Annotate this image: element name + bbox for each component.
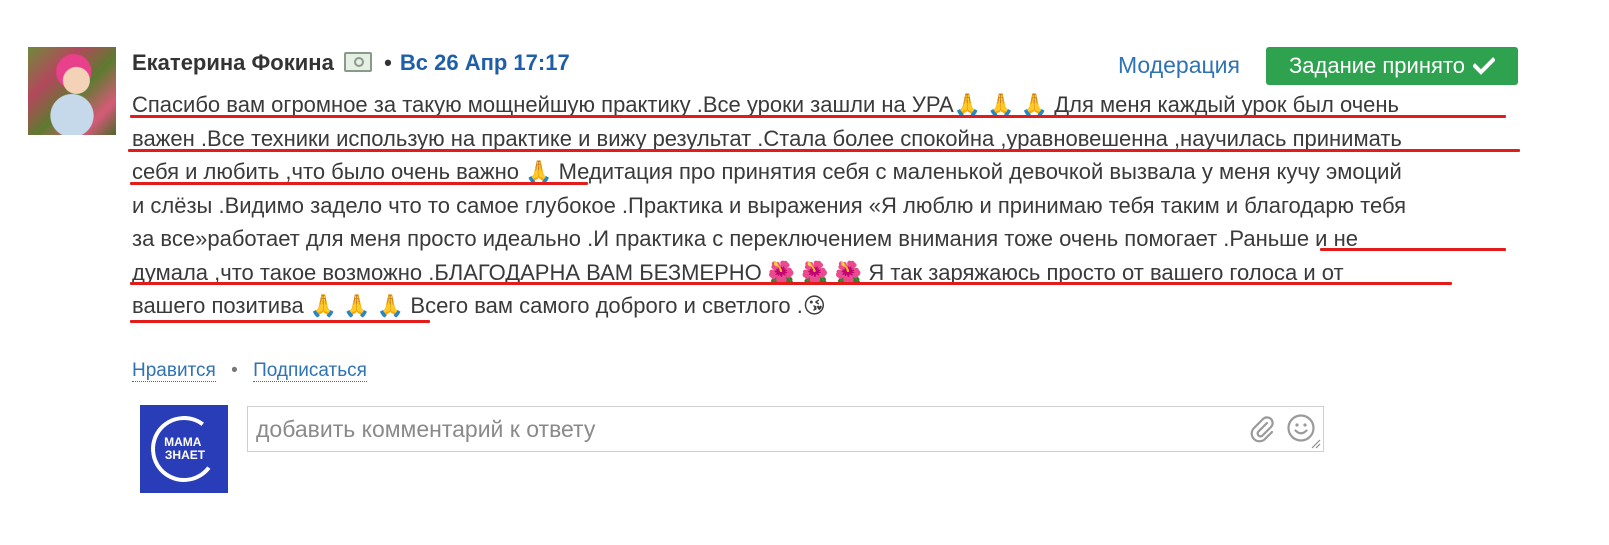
moderation-link[interactable]: Модерация: [1118, 52, 1240, 79]
money-icon: [343, 52, 372, 73]
paperclip-icon[interactable]: [1248, 415, 1276, 443]
actions-separator: •: [231, 360, 238, 381]
resize-handle-icon[interactable]: [1309, 437, 1321, 449]
highlight-underline: [128, 149, 1520, 152]
highlight-underline: [130, 182, 588, 185]
post-date[interactable]: Вс 26 Апр 17:17: [400, 50, 570, 75]
highlight-underline: [130, 115, 1506, 118]
header-separator: •: [384, 50, 392, 75]
highlight-underline: [130, 282, 1452, 285]
post-header: Екатерина Фокина • Вс 26 Апр 17:17: [132, 50, 570, 76]
highlight-underline: [1320, 248, 1506, 251]
task-accepted-button[interactable]: Задание принято: [1266, 47, 1518, 85]
task-accepted-label: Задание принято: [1289, 53, 1465, 78]
check-icon: [1472, 57, 1495, 75]
post-body-line: и слёзы .Видимо задело что то самое глуб…: [132, 192, 1407, 218]
like-link[interactable]: Нравится: [132, 360, 216, 382]
author-avatar[interactable]: [28, 47, 116, 135]
highlight-underline: [130, 320, 430, 323]
logo-ring: МАМА ЗНАЕТ: [146, 411, 222, 487]
post-body: Спасибо вам огромное за такую мощнейшую …: [132, 88, 1532, 323]
post-actions: Нравится • Подписаться: [132, 360, 367, 382]
logo-line-2: ЗНАЕТ: [164, 447, 205, 462]
post-body-line: вашего позитива 🙏 🙏 🙏 Всего вам самого д…: [132, 293, 826, 318]
subscribe-link[interactable]: Подписаться: [253, 360, 367, 382]
comment-input[interactable]: [248, 407, 1236, 451]
author-name[interactable]: Екатерина Фокина: [132, 50, 334, 75]
comment-box: [247, 406, 1324, 452]
mama-znaet-logo: МАМА ЗНАЕТ: [140, 405, 228, 493]
